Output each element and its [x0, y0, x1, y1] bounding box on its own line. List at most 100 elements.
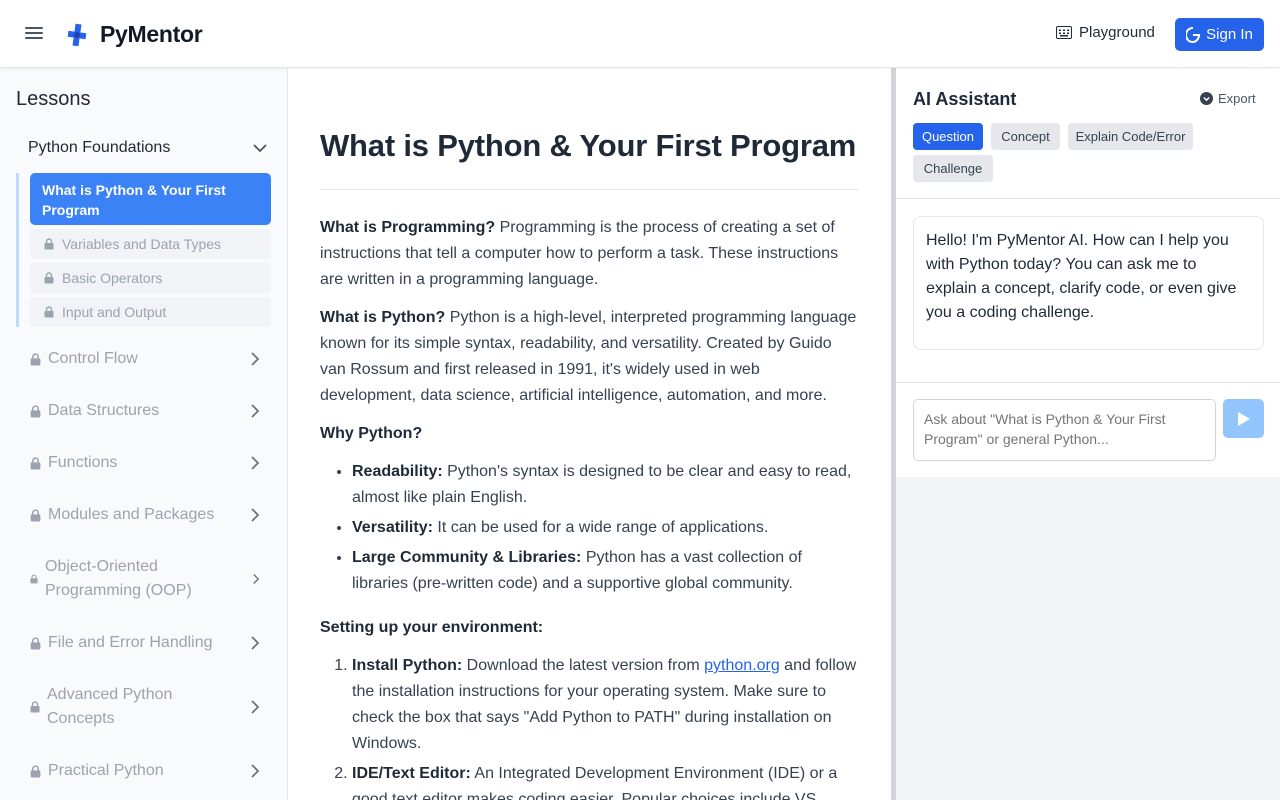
list-item: Large Community & Libraries: Python has … — [352, 545, 860, 597]
app-name: PyMentor — [100, 21, 203, 47]
lesson-item-active[interactable]: What is Python & Your First Program — [30, 173, 271, 225]
export-button[interactable]: Export — [1200, 91, 1256, 106]
section-functions[interactable]: Functions — [30, 451, 260, 475]
lesson-item-label: Input and Output — [62, 304, 167, 320]
sign-in-label: Sign In — [1206, 26, 1253, 43]
lock-icon — [44, 272, 54, 284]
keyboard-icon — [1056, 26, 1072, 39]
section-label: Modules and Packages — [48, 506, 215, 523]
chevron-right-icon — [251, 456, 260, 470]
lock-icon — [30, 701, 40, 713]
chat-input-area — [896, 383, 1280, 477]
chevron-right-icon — [251, 700, 260, 714]
ai-assistant-panel: AI Assistant Export Question Concept Exp… — [896, 68, 1280, 800]
python-org-link[interactable]: python.org — [704, 657, 780, 674]
setup-steps-list: Install Python: Download the latest vers… — [320, 653, 860, 800]
lock-icon — [30, 508, 41, 521]
bold-term: Readability: — [352, 463, 443, 480]
playground-link[interactable]: Playground — [1056, 24, 1155, 41]
chevron-down-icon — [253, 144, 267, 153]
lock-icon — [30, 404, 41, 417]
chevron-right-icon — [251, 636, 260, 650]
lesson-item-label: Variables and Data Types — [62, 236, 222, 252]
logo[interactable]: PyMentor — [66, 21, 203, 48]
mode-concept-button[interactable]: Concept — [991, 123, 1060, 150]
section-file-error-handling[interactable]: File and Error Handling — [30, 631, 260, 655]
send-button[interactable] — [1223, 399, 1264, 438]
ai-assistant-title: AI Assistant — [913, 89, 1017, 109]
list-item-text: Download the latest version from — [462, 657, 705, 674]
chevron-right-icon — [253, 574, 260, 584]
list-item-text: It can be used for a wide range of appli… — [432, 519, 769, 536]
playground-label: Playground — [1079, 24, 1155, 41]
bold-term: What is Python? — [320, 309, 446, 326]
lesson-item-label: Basic Operators — [62, 270, 163, 286]
why-python-list: Readability: Python's syntax is designed… — [320, 459, 860, 597]
paragraph-programming: What is Programming? Programming is the … — [320, 215, 860, 293]
section-label: Advanced Python Concepts — [47, 686, 173, 727]
bold-term: IDE/Text Editor: — [352, 765, 471, 782]
hamburger-menu-icon[interactable] — [24, 24, 44, 44]
list-item: Readability: Python's syntax is designed… — [352, 459, 860, 511]
section-label: Python Foundations — [28, 139, 171, 156]
mode-challenge-button[interactable]: Challenge — [913, 155, 993, 182]
lock-icon — [30, 764, 41, 777]
chat-messages: Hello! I'm PyMentor AI. How can I help y… — [896, 199, 1280, 383]
lesson-item-locked[interactable]: Input and Output — [30, 297, 271, 327]
bold-term: Install Python: — [352, 657, 463, 674]
mode-explain-button[interactable]: Explain Code/Error — [1068, 123, 1193, 150]
lesson-content-area: What is Python & Your First Program What… — [288, 68, 891, 800]
title-divider — [320, 189, 858, 190]
ai-assistant-header: AI Assistant Export Question Concept Exp… — [896, 68, 1280, 199]
top-header: PyMentor Playground Sign In — [0, 0, 1280, 68]
paragraph-python: What is Python? Python is a high-level, … — [320, 305, 860, 409]
lock-icon — [44, 306, 54, 318]
sidebar-title: Lessons — [16, 88, 91, 110]
python-logo-icon — [67, 23, 87, 46]
chat-input[interactable] — [913, 399, 1216, 461]
lesson-body: What is Programming? Programming is the … — [320, 215, 860, 800]
heading-text: Setting up your environment: — [320, 619, 544, 636]
bold-term: Versatility: — [352, 519, 433, 536]
section-python-foundations[interactable]: Python Foundations — [28, 139, 268, 157]
lesson-item-locked[interactable]: Basic Operators — [30, 263, 271, 293]
list-item: Versatility: It can be used for a wide r… — [352, 515, 860, 541]
chevron-right-icon — [251, 764, 260, 778]
lock-icon — [30, 352, 41, 365]
chevron-right-icon — [251, 352, 260, 366]
heading-text: Why Python? — [320, 425, 423, 442]
chevron-right-icon — [251, 508, 260, 522]
setup-heading: Setting up your environment: — [320, 615, 860, 641]
lesson-list: What is Python & Your First Program Vari… — [16, 173, 272, 327]
bold-term: Large Community & Libraries: — [352, 549, 582, 566]
lock-icon — [30, 456, 41, 469]
section-data-structures[interactable]: Data Structures — [30, 399, 260, 423]
section-oop[interactable]: Object-Oriented Programming (OOP) — [30, 555, 260, 603]
section-label: Control Flow — [48, 350, 138, 367]
section-modules-packages[interactable]: Modules and Packages — [30, 503, 260, 527]
mode-question-button[interactable]: Question — [913, 123, 983, 150]
lock-icon — [30, 574, 38, 584]
lock-icon — [30, 636, 41, 649]
section-label: Practical Python — [48, 762, 164, 779]
list-item: IDE/Text Editor: An Integrated Developme… — [352, 761, 860, 800]
lesson-title: What is Python & Your First Program — [320, 128, 857, 163]
section-label: Functions — [48, 454, 118, 471]
section-label: Object-Oriented Programming (OOP) — [45, 558, 192, 599]
download-circle-icon — [1200, 92, 1213, 105]
lesson-item-locked[interactable]: Variables and Data Types — [30, 229, 271, 259]
google-icon — [1186, 26, 1201, 43]
why-python-heading: Why Python? — [320, 421, 860, 447]
section-control-flow[interactable]: Control Flow — [30, 347, 260, 371]
section-label: File and Error Handling — [48, 634, 213, 651]
section-practical-python[interactable]: Practical Python — [30, 759, 260, 783]
lock-icon — [44, 238, 54, 250]
bold-term: What is Programming? — [320, 219, 496, 236]
section-advanced-python[interactable]: Advanced Python Concepts — [30, 683, 260, 731]
section-label: Data Structures — [48, 402, 160, 419]
chevron-right-icon — [251, 404, 260, 418]
list-item: Install Python: Download the latest vers… — [352, 653, 860, 757]
lessons-sidebar: Lessons Python Foundations What is Pytho… — [0, 68, 288, 800]
sign-in-button[interactable]: Sign In — [1175, 18, 1264, 51]
play-send-icon — [1237, 411, 1250, 426]
